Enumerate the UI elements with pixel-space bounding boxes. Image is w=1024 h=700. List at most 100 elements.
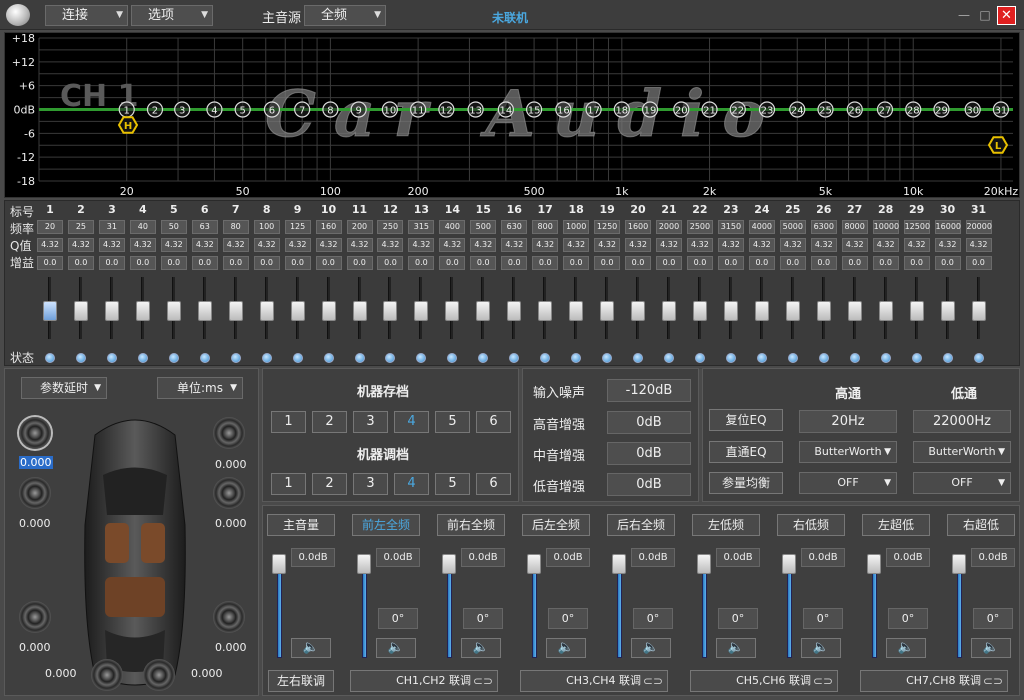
band-q-field[interactable]: 4.32 bbox=[67, 238, 94, 252]
maximize-button[interactable]: □ bbox=[976, 6, 994, 24]
band-q-field[interactable]: 4.32 bbox=[470, 238, 497, 252]
band-gain-field[interactable]: 0.0 bbox=[284, 256, 311, 270]
band-gain-field[interactable]: 0.0 bbox=[934, 256, 961, 270]
band-gain-slider-thumb[interactable] bbox=[631, 301, 646, 321]
eq-graph[interactable]: +18 +12 +6 0dB -6 -12 -18 20 50 100 200 500 1k 2k 5k 10… bbox=[4, 32, 1020, 198]
mute-button[interactable]: 🔈 bbox=[716, 638, 756, 658]
high-pass-frequency[interactable]: 20Hz bbox=[799, 410, 897, 433]
save-slot-button[interactable]: 3 bbox=[353, 411, 388, 433]
band-gain-slider-thumb[interactable] bbox=[878, 301, 893, 321]
band-status-indicator[interactable] bbox=[447, 353, 458, 363]
save-slot-button[interactable]: 2 bbox=[312, 411, 347, 433]
band-q-field[interactable]: 4.32 bbox=[129, 238, 156, 252]
band-gain-field[interactable]: 0.0 bbox=[377, 256, 404, 270]
band-status-indicator[interactable] bbox=[633, 353, 644, 363]
band-gain-slider-thumb[interactable] bbox=[538, 301, 553, 321]
bass-boost-value[interactable]: 0dB bbox=[607, 473, 691, 496]
channel-phase-field[interactable]: 0° bbox=[378, 608, 418, 629]
band-gain-slider-thumb[interactable] bbox=[414, 301, 429, 321]
options-menu[interactable]: 选项 ▼ bbox=[131, 5, 213, 26]
band-q-field[interactable]: 4.32 bbox=[872, 238, 899, 252]
band-status-indicator[interactable] bbox=[849, 353, 860, 363]
band-frequency-field[interactable]: 630 bbox=[501, 220, 528, 234]
load-slot-button[interactable]: 3 bbox=[353, 473, 388, 495]
band-frequency-field[interactable]: 160 bbox=[315, 220, 342, 234]
band-q-field[interactable]: 4.32 bbox=[748, 238, 775, 252]
save-slot-button[interactable]: 6 bbox=[476, 411, 511, 433]
band-gain-field[interactable]: 0.0 bbox=[717, 256, 744, 270]
mute-button[interactable]: 🔈 bbox=[461, 638, 501, 658]
low-pass-type-select[interactable]: ButterWorth ▼ bbox=[913, 441, 1011, 463]
band-q-field[interactable]: 4.32 bbox=[222, 238, 249, 252]
band-status-indicator[interactable] bbox=[787, 353, 798, 363]
channel-phase-field[interactable]: 0° bbox=[973, 608, 1013, 629]
speaker-left-low-icon[interactable] bbox=[19, 601, 51, 633]
band-gain-slider-thumb[interactable] bbox=[383, 301, 398, 321]
band-frequency-field[interactable]: 8000 bbox=[841, 220, 868, 234]
load-slot-button[interactable]: 5 bbox=[435, 473, 470, 495]
load-slot-button[interactable]: 1 bbox=[271, 473, 306, 495]
band-q-field[interactable]: 4.32 bbox=[501, 238, 528, 252]
band-q-field[interactable]: 4.32 bbox=[717, 238, 744, 252]
band-status-indicator[interactable] bbox=[354, 353, 365, 363]
band-gain-slider-thumb[interactable] bbox=[476, 301, 491, 321]
band-status-indicator[interactable] bbox=[942, 353, 953, 363]
band-gain-field[interactable]: 0.0 bbox=[532, 256, 559, 270]
band-status-indicator[interactable] bbox=[478, 353, 489, 363]
band-frequency-field[interactable]: 20 bbox=[37, 220, 63, 234]
low-pass-frequency[interactable]: 22000Hz bbox=[913, 410, 1011, 433]
channel-tab-button[interactable]: 后左全频 bbox=[522, 514, 590, 536]
high-pass-type-select[interactable]: ButterWorth ▼ bbox=[799, 441, 897, 463]
band-gain-field[interactable]: 0.0 bbox=[439, 256, 466, 270]
app-logo-icon[interactable] bbox=[6, 4, 30, 26]
channel-phase-field[interactable]: 0° bbox=[718, 608, 758, 629]
channel-tab-button[interactable]: 前左全频 bbox=[352, 514, 420, 536]
band-status-indicator[interactable] bbox=[261, 353, 272, 363]
band-frequency-field[interactable]: 1600 bbox=[625, 220, 652, 234]
band-frequency-field[interactable]: 25 bbox=[67, 220, 94, 234]
mute-button[interactable]: 🔈 bbox=[546, 638, 586, 658]
band-gain-slider-thumb[interactable] bbox=[73, 301, 88, 321]
band-status-indicator[interactable] bbox=[509, 353, 520, 363]
band-gain-field[interactable]: 0.0 bbox=[779, 256, 806, 270]
delay-front-left-value[interactable]: 0.000 bbox=[19, 456, 53, 469]
band-gain-slider-thumb[interactable] bbox=[909, 301, 924, 321]
band-q-field[interactable]: 4.32 bbox=[532, 238, 559, 252]
band-status-indicator[interactable] bbox=[725, 353, 736, 363]
band-q-field[interactable]: 4.32 bbox=[439, 238, 466, 252]
band-gain-slider-thumb[interactable] bbox=[600, 301, 615, 321]
band-frequency-field[interactable]: 3150 bbox=[717, 220, 744, 234]
band-gain-slider-thumb[interactable] bbox=[43, 301, 57, 321]
connect-menu[interactable]: 连接 ▼ bbox=[45, 5, 128, 26]
band-gain-field[interactable]: 0.0 bbox=[98, 256, 125, 270]
band-q-field[interactable]: 4.32 bbox=[810, 238, 837, 252]
band-status-indicator[interactable] bbox=[75, 353, 86, 363]
band-q-field[interactable]: 4.32 bbox=[160, 238, 187, 252]
delay-rear-left-value[interactable]: 0.000 bbox=[19, 517, 51, 530]
eq-curve-plot[interactable]: +18 +12 +6 0dB -6 -12 -18 20 50 100 200 500 1k 2k 5k 10… bbox=[5, 33, 1021, 199]
speaker-front-right-icon[interactable] bbox=[213, 417, 245, 449]
channel-phase-field[interactable]: 0° bbox=[803, 608, 843, 629]
band-gain-field[interactable]: 0.0 bbox=[315, 256, 342, 270]
band-status-indicator[interactable] bbox=[230, 353, 241, 363]
band-gain-slider-thumb[interactable] bbox=[569, 301, 584, 321]
band-gain-field[interactable]: 0.0 bbox=[594, 256, 621, 270]
channel-tab-button[interactable]: 右超低 bbox=[947, 514, 1015, 536]
channel-tab-button[interactable]: 主音量 bbox=[267, 514, 335, 536]
band-frequency-field[interactable]: 100 bbox=[253, 220, 280, 234]
band-q-field[interactable]: 4.32 bbox=[253, 238, 280, 252]
band-gain-slider-thumb[interactable] bbox=[197, 301, 212, 321]
channel-pair-link[interactable]: CH7,CH8 联调 ⊂⊃ bbox=[860, 670, 1008, 692]
band-gain-field[interactable]: 0.0 bbox=[129, 256, 156, 270]
band-gain-slider-thumb[interactable] bbox=[692, 301, 707, 321]
band-q-field[interactable]: 4.32 bbox=[191, 238, 218, 252]
band-status-indicator[interactable] bbox=[911, 353, 922, 363]
band-gain-slider-thumb[interactable] bbox=[971, 301, 986, 321]
band-frequency-field[interactable]: 31 bbox=[98, 220, 125, 234]
band-gain-field[interactable]: 0.0 bbox=[501, 256, 528, 270]
delay-left-sub-value[interactable]: 0.000 bbox=[45, 667, 77, 680]
band-gain-field[interactable]: 0.0 bbox=[222, 256, 249, 270]
band-q-field[interactable]: 4.32 bbox=[903, 238, 930, 252]
channel-phase-field[interactable]: 0° bbox=[633, 608, 673, 629]
band-status-indicator[interactable] bbox=[818, 353, 829, 363]
